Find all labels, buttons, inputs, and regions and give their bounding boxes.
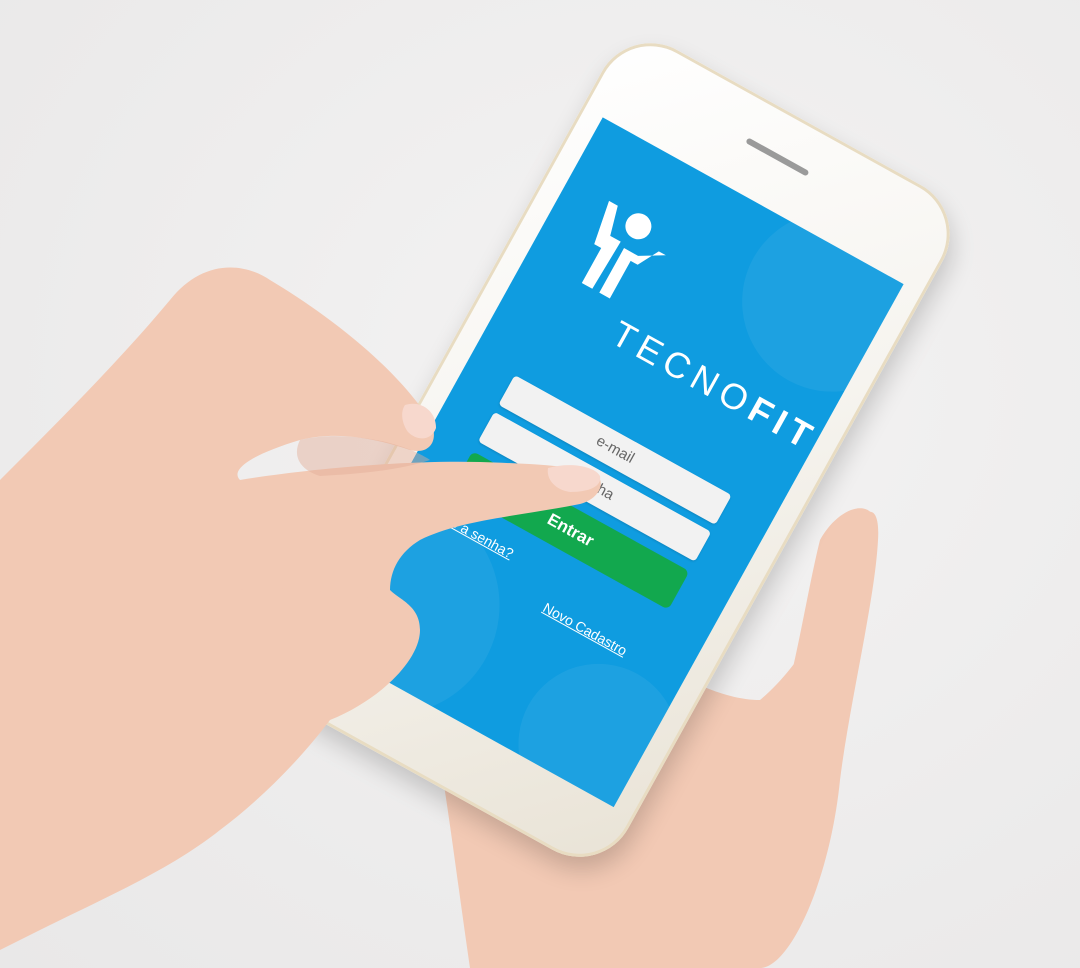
photo-scene: TECNOFIT e-mail senha Entrar ...o a senh… <box>0 0 1080 968</box>
hands-front-layer <box>0 267 601 950</box>
